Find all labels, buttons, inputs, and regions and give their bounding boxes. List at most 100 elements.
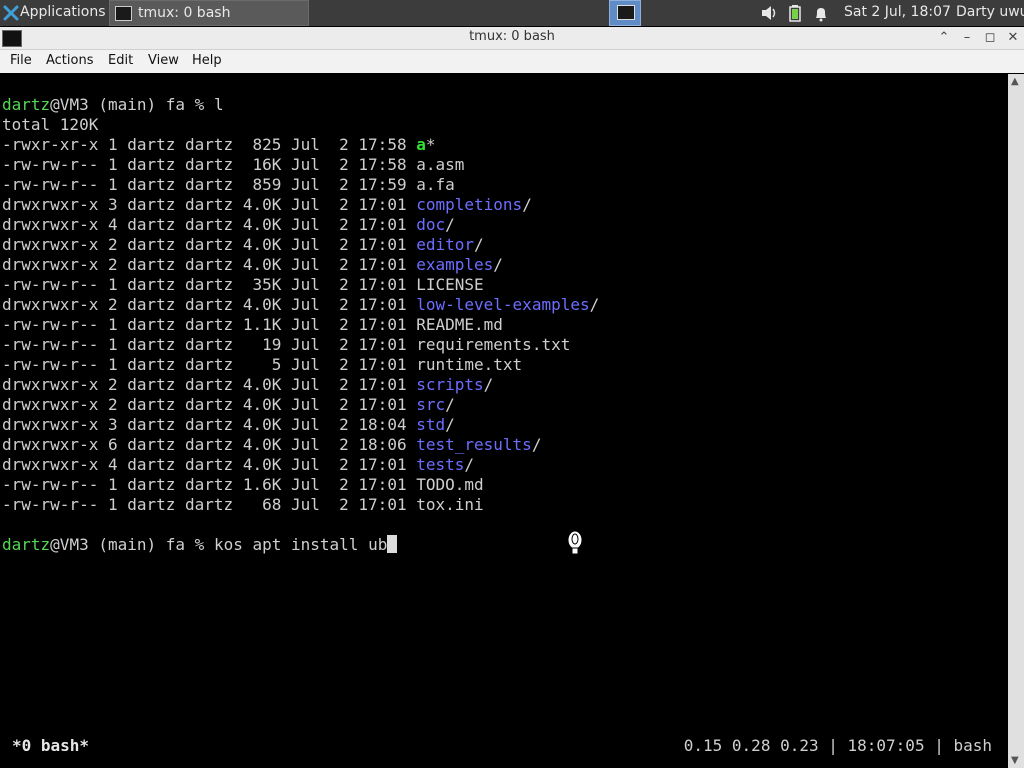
file-meta: drwxrwxr-x 2 dartz dartz 4.0K Jul 2 17:0… (2, 375, 417, 394)
applications-menu-button[interactable]: Applications (0, 0, 108, 26)
file-meta: drwxrwxr-x 4 dartz dartz 4.0K Jul 2 17:0… (2, 455, 417, 474)
window-titlebar[interactable]: tmux: 0 bash ⌃ – ◻ ✕ (0, 27, 1024, 50)
file-name: runtime.txt (416, 355, 523, 374)
file-suffix: / (445, 395, 455, 414)
file-row: -rw-rw-r-- 1 dartz dartz 859 Jul 2 17:59… (2, 175, 455, 195)
taskbar-label: tmux: 0 bash (138, 5, 231, 21)
file-suffix: / (474, 235, 484, 254)
panel-user-name[interactable]: Darty uwu (956, 0, 1024, 26)
file-meta: drwxrwxr-x 2 dartz dartz 4.0K Jul 2 17:0… (2, 255, 417, 274)
terminal-icon (617, 5, 635, 20)
minimize-icon[interactable]: – (958, 29, 976, 47)
volume-icon[interactable] (760, 0, 778, 26)
scroll-down-icon[interactable]: ▼ (1011, 755, 1019, 766)
file-name: low-level-examples (416, 295, 590, 314)
menu-actions[interactable]: Actions (46, 53, 94, 68)
close-icon[interactable]: ✕ (1004, 29, 1022, 47)
file-name: std (416, 415, 446, 434)
taskbar-button-tmux[interactable]: tmux: 0 bash (109, 0, 309, 26)
file-row: -rw-rw-r-- 1 dartz dartz 35K Jul 2 17:01… (2, 275, 484, 295)
file-row: drwxrwxr-x 2 dartz dartz 4.0K Jul 2 17:0… (2, 295, 599, 315)
workspace-switcher-button[interactable] (609, 0, 641, 26)
menu-help[interactable]: Help (192, 53, 222, 68)
prompt-host: @VM3 (main) fa % (50, 535, 214, 554)
file-meta: -rw-rw-r-- 1 dartz dartz 19 Jul 2 17:01 (2, 335, 417, 354)
file-name: test_results (416, 435, 532, 454)
file-meta: -rw-rw-r-- 1 dartz dartz 68 Jul 2 17:01 (2, 495, 417, 514)
file-name: TODO.md (416, 475, 484, 494)
file-name: tests (416, 455, 465, 474)
file-name: tox.ini (416, 495, 484, 514)
file-meta: -rw-rw-r-- 1 dartz dartz 859 Jul 2 17:59 (2, 175, 417, 194)
terminal-area[interactable]: dartz@VM3 (main) fa % l total 120K -rwxr… (0, 74, 1008, 768)
file-suffix: / (531, 435, 542, 454)
file-name: editor (416, 235, 475, 254)
battery-icon[interactable] (788, 0, 802, 26)
terminal-icon (115, 6, 132, 21)
file-name: a.fa (416, 175, 455, 194)
file-name: doc (416, 215, 446, 234)
file-row: drwxrwxr-x 4 dartz dartz 4.0K Jul 2 17:0… (2, 455, 474, 475)
tmux-status-bar: *0 bash* 0.15 0.28 0.23 | 18:07:05 | bas… (0, 734, 1008, 758)
file-name: a.asm (416, 155, 465, 174)
file-name: README.md (416, 315, 503, 334)
mouse-pointer-icon (567, 530, 583, 555)
window-shade-icon[interactable]: ⌃ (935, 29, 953, 47)
file-row: drwxrwxr-x 3 dartz dartz 4.0K Jul 2 18:0… (2, 415, 455, 435)
file-row: drwxrwxr-x 2 dartz dartz 4.0K Jul 2 17:0… (2, 255, 503, 275)
file-name: LICENSE (416, 275, 484, 294)
prompt-user: dartz (2, 535, 51, 554)
total-line: total 120K (2, 115, 99, 134)
file-name: src (416, 395, 446, 414)
file-suffix: / (445, 215, 455, 234)
command-text: kos apt install ub (213, 535, 388, 554)
file-row: -rw-rw-r-- 1 dartz dartz 19 Jul 2 17:01 … (2, 335, 570, 355)
menu-file[interactable]: File (10, 53, 32, 68)
menu-bar: File Actions Edit View Help (0, 50, 1024, 73)
top-panel: Applications tmux: 0 bash Sat 2 Jul, 18:… (0, 0, 1024, 26)
file-meta: -rwxr-xr-x 1 dartz dartz 825 Jul 2 17:58 (2, 135, 417, 154)
file-name: scripts (416, 375, 484, 394)
file-row: drwxrwxr-x 2 dartz dartz 4.0K Jul 2 17:0… (2, 395, 455, 415)
menu-view[interactable]: View (148, 53, 179, 68)
prompt-host: @VM3 (main) fa % (50, 95, 214, 114)
tmux-status-right: 0.15 0.28 0.23 | 18:07:05 | bash (683, 736, 992, 755)
file-row: -rw-rw-r-- 1 dartz dartz 1.6K Jul 2 17:0… (2, 475, 484, 495)
file-meta: drwxrwxr-x 6 dartz dartz 4.0K Jul 2 18:0… (2, 435, 417, 454)
file-row: drwxrwxr-x 2 dartz dartz 4.0K Jul 2 17:0… (2, 235, 484, 255)
file-meta: drwxrwxr-x 2 dartz dartz 4.0K Jul 2 17:0… (2, 295, 417, 314)
panel-clock[interactable]: Sat 2 Jul, 18:07 (844, 0, 951, 26)
file-meta: drwxrwxr-x 2 dartz dartz 4.0K Jul 2 17:0… (2, 395, 417, 414)
tmux-window-label[interactable]: *0 bash* (12, 734, 89, 758)
file-meta: drwxrwxr-x 3 dartz dartz 4.0K Jul 2 18:0… (2, 415, 417, 434)
file-meta: drwxrwxr-x 3 dartz dartz 4.0K Jul 2 17:0… (2, 195, 417, 214)
file-meta: -rw-rw-r-- 1 dartz dartz 5 Jul 2 17:01 (2, 355, 417, 374)
file-name: a (416, 135, 426, 154)
file-row: drwxrwxr-x 2 dartz dartz 4.0K Jul 2 17:0… (2, 375, 493, 395)
file-row: drwxrwxr-x 3 dartz dartz 4.0K Jul 2 17:0… (2, 195, 532, 215)
maximize-icon[interactable]: ◻ (981, 29, 999, 47)
file-row: -rw-rw-r-- 1 dartz dartz 68 Jul 2 17:01 … (2, 495, 484, 515)
file-suffix: / (464, 455, 475, 474)
file-row: -rw-rw-r-- 1 dartz dartz 16K Jul 2 17:58… (2, 155, 464, 175)
file-row: drwxrwxr-x 4 dartz dartz 4.0K Jul 2 17:0… (2, 215, 455, 235)
terminal-scrollbar[interactable]: ▲ ▼ (1008, 74, 1024, 768)
file-suffix: / (483, 375, 494, 394)
file-row: -rwxr-xr-x 1 dartz dartz 825 Jul 2 17:58… (2, 135, 436, 155)
file-suffix: / (522, 195, 532, 214)
file-row: -rw-rw-r-- 1 dartz dartz 5 Jul 2 17:01 r… (2, 355, 522, 375)
notification-bell-icon[interactable] (812, 0, 830, 26)
file-suffix: / (589, 295, 600, 314)
file-name: completions (416, 195, 523, 214)
text-cursor (387, 535, 398, 553)
scroll-up-icon[interactable]: ▲ (1011, 76, 1019, 87)
file-meta: -rw-rw-r-- 1 dartz dartz 16K Jul 2 17:58 (2, 155, 417, 174)
prompt-user: dartz (2, 95, 51, 114)
file-meta: drwxrwxr-x 4 dartz dartz 4.0K Jul 2 17:0… (2, 215, 417, 234)
menu-edit[interactable]: Edit (108, 53, 133, 68)
file-meta: -rw-rw-r-- 1 dartz dartz 35K Jul 2 17:01 (2, 275, 417, 294)
file-meta: drwxrwxr-x 2 dartz dartz 4.0K Jul 2 17:0… (2, 235, 417, 254)
applications-label: Applications (20, 4, 106, 20)
prompt-line: dartz@VM3 (main) fa % kos apt install ub (2, 535, 398, 555)
file-name: examples (416, 255, 494, 274)
